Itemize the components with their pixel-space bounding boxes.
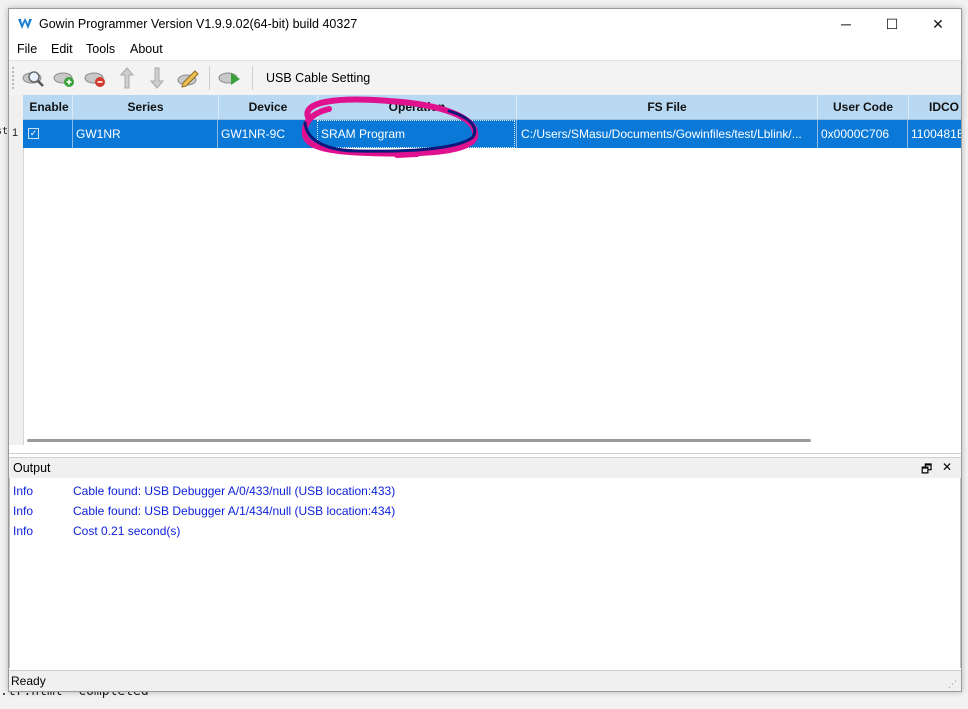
programmer-window: Gowin Programmer Version V1.9.9.02(64-bi…: [8, 8, 962, 692]
header-divider: [908, 95, 909, 119]
enable-checkbox[interactable]: ✓: [28, 128, 39, 139]
menu-bar: File Edit Tools About: [9, 39, 961, 59]
cell-divider: [817, 120, 818, 148]
program-icon[interactable]: [217, 65, 243, 91]
usb-cable-setting-button[interactable]: USB Cable Setting: [266, 71, 370, 85]
log-message: Cable found: USB Debugger A/1/434/null (…: [73, 504, 396, 518]
device-table: 1 Enable Series Device Operation FS File…: [9, 95, 961, 454]
header-user-code[interactable]: User Code: [818, 100, 908, 114]
row-header-column: [9, 95, 24, 445]
row-number: 1: [12, 127, 19, 139]
menu-edit[interactable]: Edit: [51, 42, 73, 56]
log-type: Info: [13, 484, 34, 498]
header-series[interactable]: Series: [73, 100, 218, 114]
output-panel-header: Output 🗗 ✕: [9, 457, 961, 479]
log-message: Cost 0.21 second(s): [73, 524, 181, 538]
table-header: Enable Series Device Operation FS File U…: [23, 95, 961, 120]
maximize-button[interactable]: ☐: [869, 9, 915, 39]
remove-device-icon[interactable]: [82, 65, 108, 91]
gowin-logo-icon: [18, 18, 32, 29]
cell-operation[interactable]: SRAM Program: [321, 127, 405, 141]
output-title: Output: [13, 461, 51, 475]
cell-idcode[interactable]: 1100481B: [911, 127, 961, 141]
toolbar: USB Cable Setting: [9, 60, 961, 96]
table-row[interactable]: ✓ GW1NR GW1NR-9C SRAM Program C:/Users/S…: [23, 120, 961, 148]
cell-divider: [72, 120, 73, 148]
log-message: Cable found: USB Debugger A/0/433/null (…: [73, 484, 396, 498]
header-fs-file[interactable]: FS File: [517, 100, 817, 114]
menu-about[interactable]: About: [130, 42, 163, 56]
log-type: Info: [13, 504, 34, 518]
header-device[interactable]: Device: [219, 100, 317, 114]
add-device-icon[interactable]: [51, 65, 77, 91]
toolbar-separator: [252, 66, 253, 90]
status-bar: Ready ⋰: [9, 670, 961, 691]
close-panel-icon[interactable]: ✕: [942, 460, 952, 474]
edit-config-icon[interactable]: [175, 65, 201, 91]
log-type: Info: [13, 524, 34, 538]
horizontal-scrollbar[interactable]: [27, 439, 811, 442]
terminal-fragment: st: [0, 126, 9, 137]
cell-divider: [217, 120, 218, 148]
cell-user-code[interactable]: 0x0000C706: [821, 127, 889, 141]
status-text: Ready: [11, 674, 46, 688]
window-title: Gowin Programmer Version V1.9.9.02(64-bi…: [39, 17, 358, 31]
move-up-icon[interactable]: [114, 65, 140, 91]
cell-divider: [907, 120, 908, 148]
header-operation[interactable]: Operation: [318, 100, 516, 114]
resize-grip-icon[interactable]: ⋰: [948, 679, 957, 690]
toolbar-separator: [209, 66, 210, 90]
minimize-button[interactable]: ─: [823, 9, 869, 39]
close-button[interactable]: ✕: [915, 9, 961, 39]
output-log[interactable]: Info Cable found: USB Debugger A/0/433/n…: [9, 478, 961, 668]
menu-tools[interactable]: Tools: [86, 42, 115, 56]
header-enable[interactable]: Enable: [27, 100, 71, 114]
header-idcode[interactable]: IDCO: [929, 100, 961, 114]
move-down-icon[interactable]: [144, 65, 170, 91]
cell-divider: [516, 120, 517, 148]
scan-device-icon[interactable]: [20, 65, 46, 91]
cell-fs-file[interactable]: C:/Users/SMasu/Documents/Gowinfiles/test…: [521, 127, 802, 141]
menu-file[interactable]: File: [17, 42, 37, 56]
cell-series[interactable]: GW1NR: [76, 127, 121, 141]
title-bar[interactable]: Gowin Programmer Version V1.9.9.02(64-bi…: [9, 9, 961, 39]
cell-device[interactable]: GW1NR-9C: [221, 127, 285, 141]
toolbar-grip[interactable]: [12, 67, 16, 89]
